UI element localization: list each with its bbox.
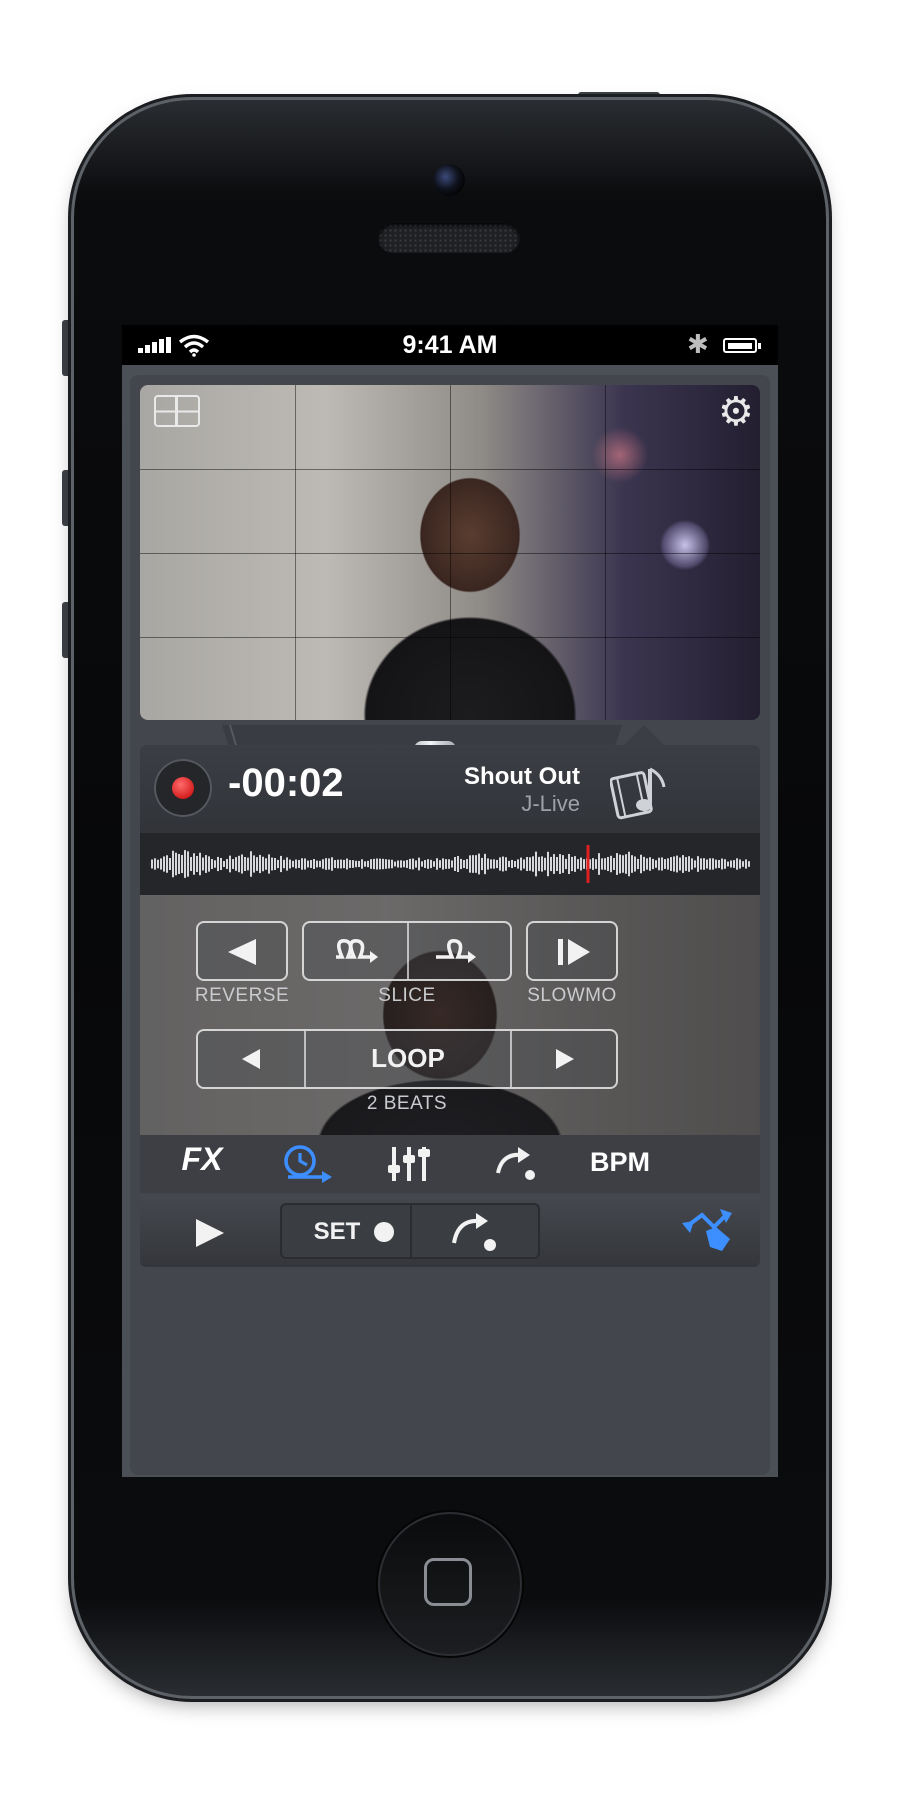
grid-icon[interactable] [154, 395, 200, 427]
tab-fx[interactable]: FX [164, 1141, 240, 1187]
slowmo-label: SLOWMO [527, 985, 617, 1006]
cue-arrow-icon[interactable] [492, 1143, 542, 1185]
gear-icon[interactable]: ⚙ [718, 389, 754, 435]
waveform[interactable] [150, 843, 750, 885]
front-camera [433, 164, 465, 196]
loop-button[interactable]: LOOP [306, 1043, 510, 1074]
reverse-button[interactable] [196, 921, 288, 981]
battery-nub [758, 343, 761, 349]
loop-clock-icon[interactable] [280, 1143, 336, 1185]
video-preview[interactable]: ⚙ [140, 385, 760, 720]
effects-panel: REVERSE SLICE SLOWMO LOOP 2 BEATS [140, 895, 760, 1135]
play-icon[interactable] [192, 1217, 226, 1249]
record-icon [172, 777, 194, 799]
sync-hand-icon[interactable] [680, 1205, 740, 1259]
deck-pointer [624, 725, 664, 745]
song-title: Shout Out [464, 763, 580, 790]
home-square-icon [424, 1558, 472, 1606]
loop-length-label: 2 BEATS [366, 1093, 448, 1114]
slice-label: SLICE [378, 985, 436, 1006]
deck-panel: -00:02 Shout Out J-Live [140, 725, 760, 895]
slowmo-button[interactable] [526, 921, 618, 981]
screen: 9:41 AM ✱ ⚙ 1 2 -00: [122, 325, 778, 1477]
slowmo-icon [558, 939, 590, 965]
status-bar: 9:41 AM ✱ [122, 325, 778, 365]
reverse-icon [228, 939, 256, 965]
reverse-label: REVERSE [194, 985, 290, 1006]
slice-multi-icon[interactable] [332, 937, 388, 967]
loop-control: LOOP [196, 1029, 618, 1089]
earpiece-speaker [378, 223, 520, 253]
set-dot-icon [374, 1222, 394, 1242]
cue-set-group: SET [280, 1203, 540, 1259]
tab-bar: FX BPM [140, 1135, 760, 1193]
mixer-sliders-icon[interactable] [386, 1143, 432, 1185]
silent-switch[interactable] [62, 320, 72, 376]
volume-down-button[interactable] [62, 602, 72, 658]
battery-icon [723, 338, 757, 353]
elapsed-time: -00:02 [228, 761, 344, 805]
film-music-icon[interactable] [610, 761, 668, 821]
waveform-bar[interactable] [140, 833, 760, 895]
bluetooth-icon: ✱ [687, 329, 709, 359]
transport-controls: SET [140, 1195, 760, 1267]
loop-decrease-icon[interactable] [240, 1047, 262, 1071]
song-artist: J-Live [521, 791, 580, 816]
loop-increase-icon[interactable] [554, 1047, 576, 1071]
set-cue-button[interactable]: SET [292, 1218, 382, 1246]
slice-single-icon[interactable] [432, 937, 488, 967]
slice-button-group[interactable] [302, 921, 512, 981]
tab-bpm[interactable]: BPM [570, 1147, 670, 1193]
status-time: 9:41 AM [402, 331, 498, 359]
cue-jump-icon[interactable] [448, 1209, 502, 1255]
volume-up-button[interactable] [62, 470, 72, 526]
